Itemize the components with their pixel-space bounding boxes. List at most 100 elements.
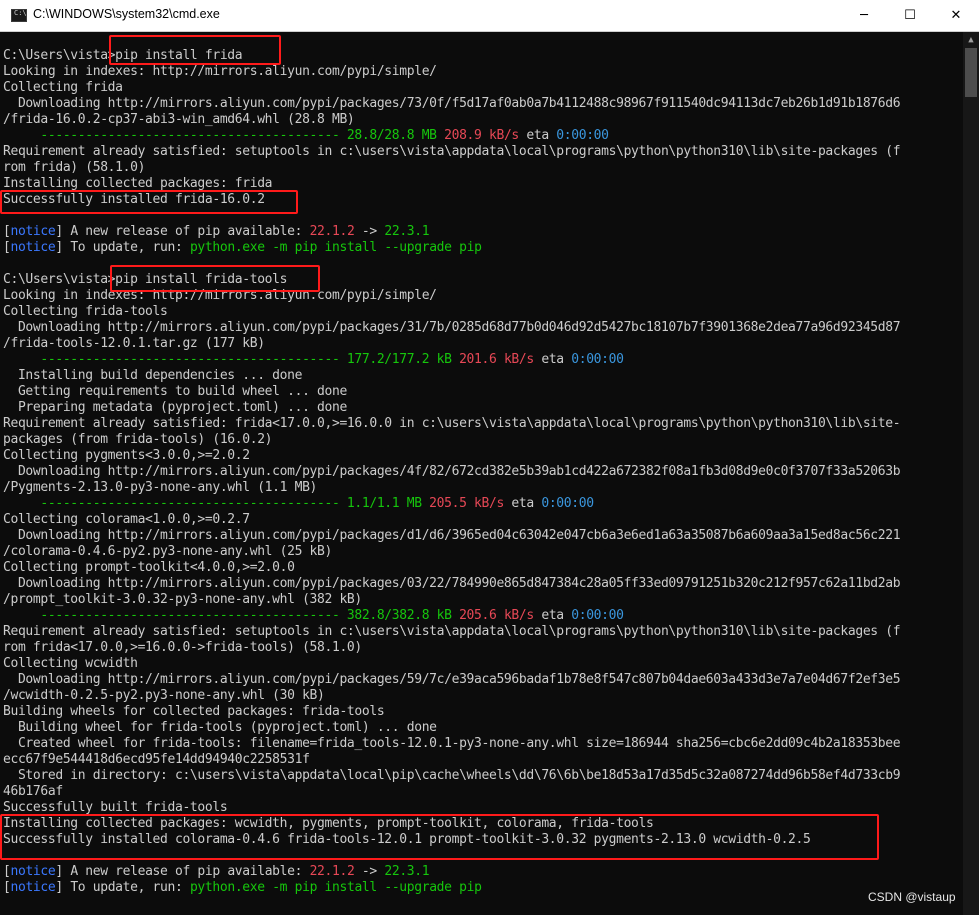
console-text-segment: /frida-tools-12.0.1.tar.gz (177 kB) <box>3 336 265 351</box>
console-text-segment: notice <box>10 240 56 255</box>
console-line: Getting requirements to build wheel ... … <box>3 384 963 400</box>
console-line: /frida-tools-12.0.1.tar.gz (177 kB) <box>3 336 963 352</box>
console-text-segment: Requirement already satisfied: frida<17.… <box>3 416 901 431</box>
console-text-segment: rom frida<17.0.0,>=16.0.0->frida-tools) … <box>3 640 362 655</box>
console-line: Collecting prompt-toolkit<4.0.0,>=2.0.0 <box>3 560 963 576</box>
console-line: [notice] A new release of pip available:… <box>3 864 963 880</box>
console-text-segment: Requirement already satisfied: setuptool… <box>3 144 901 159</box>
console-text-segment: Collecting prompt-toolkit<4.0.0,>=2.0.0 <box>3 560 295 575</box>
console-text-segment: 205.6 kB/s <box>459 608 534 623</box>
console-text-segment: /frida-16.0.2-cp37-abi3-win_amd64.whl (2… <box>3 112 355 127</box>
console-line: Installing build dependencies ... done <box>3 368 963 384</box>
close-icon: ✕ <box>950 8 962 23</box>
cmd-app-icon[interactable]: C:\ <box>11 9 27 22</box>
console-line: Downloading http://mirrors.aliyun.com/py… <box>3 464 963 480</box>
console-text-segment: Building wheels for collected packages: … <box>3 704 385 719</box>
console-text-segment: notice <box>10 224 56 239</box>
maximize-button[interactable]: ☐ <box>887 0 933 31</box>
console-line: ----------------------------------------… <box>3 496 963 512</box>
console-line: /prompt_toolkit-3.0.32-py3-none-any.whl … <box>3 592 963 608</box>
console-line: Collecting frida <box>3 80 963 96</box>
console-line: rom frida) (58.1.0) <box>3 160 963 176</box>
console-text-segment: -> <box>354 224 385 239</box>
console-text-segment: notice <box>10 864 56 879</box>
minimize-button[interactable]: ─ <box>841 0 887 31</box>
console-line: Requirement already satisfied: frida<17.… <box>3 416 963 432</box>
highlight-box-pip-install-frida-tools <box>110 265 320 292</box>
console-line: Collecting pygments<3.0.0,>=2.0.2 <box>3 448 963 464</box>
console-text-segment: 0:00:00 <box>571 608 624 623</box>
close-button[interactable]: ✕ <box>933 0 979 31</box>
console-text-segment: eta <box>503 496 542 511</box>
console-text-segment: Successfully built frida-tools <box>3 800 228 815</box>
console-text-segment: Downloading http://mirrors.aliyun.com/py… <box>3 528 901 543</box>
console-text-segment: ] A new release of pip available: <box>55 224 310 239</box>
console-line: Looking in indexes: http://mirrors.aliyu… <box>3 64 963 80</box>
title-bar[interactable]: C:\ C:\WINDOWS\system32\cmd.exe ─ ☐ ✕ <box>0 0 979 32</box>
console-text-segment: /Pygments-2.13.0-py3-none-any.whl (1.1 M… <box>3 480 318 495</box>
console-text-segment: ----------------------------------------… <box>3 352 460 367</box>
console-line: Collecting frida-tools <box>3 304 963 320</box>
console-text-segment: 208.9 kB/s <box>444 128 519 143</box>
console-line: ----------------------------------------… <box>3 352 963 368</box>
console-text-segment: python.exe -m pip install --upgrade pip <box>189 240 482 255</box>
console-line: Downloading http://mirrors.aliyun.com/py… <box>3 528 963 544</box>
console-line: /Pygments-2.13.0-py3-none-any.whl (1.1 M… <box>3 480 963 496</box>
console-text-segment: 0:00:00 <box>556 128 609 143</box>
console-line: 46b176af <box>3 784 963 800</box>
console-output[interactable]: C:\Users\vista>pip install frida Looking … <box>3 32 963 915</box>
console-text-segment: -> <box>354 864 385 879</box>
console-line: ecc67f9e544418d6ecd95fe14dd94940c2258531… <box>3 752 963 768</box>
scroll-up-arrow-icon[interactable]: ▲ <box>963 32 979 48</box>
console-text-segment: Downloading http://mirrors.aliyun.com/py… <box>3 320 901 335</box>
highlight-box-frida-tools-installed <box>0 814 879 860</box>
console-text-segment: Downloading http://mirrors.aliyun.com/py… <box>3 464 901 479</box>
console-text-segment: 201.6 kB/s <box>459 352 534 367</box>
minimize-icon: ─ <box>860 8 868 23</box>
console-line: [notice] To update, run: python.exe -m p… <box>3 240 963 256</box>
csdn-watermark: CSDN @vistaup <box>868 890 956 904</box>
console-text-segment: 22.1.2 <box>309 224 355 239</box>
console-line: /wcwidth-0.2.5-py2.py3-none-any.whl (30 … <box>3 688 963 704</box>
console-line: Downloading http://mirrors.aliyun.com/py… <box>3 672 963 688</box>
console-line: /frida-16.0.2-cp37-abi3-win_amd64.whl (2… <box>3 112 963 128</box>
console-text-segment: notice <box>10 880 56 895</box>
console-line: rom frida<17.0.0,>=16.0.0->frida-tools) … <box>3 640 963 656</box>
console-text-segment: /prompt_toolkit-3.0.32-py3-none-any.whl … <box>3 592 362 607</box>
console-line: Downloading http://mirrors.aliyun.com/py… <box>3 576 963 592</box>
console-line: Preparing metadata (pyproject.toml) ... … <box>3 400 963 416</box>
console-text-segment: eta <box>533 608 572 623</box>
scrollbar-thumb[interactable] <box>965 48 977 97</box>
console-text-segment: 22.1.2 <box>309 864 355 879</box>
console-text-segment: Installing build dependencies ... done <box>3 368 303 383</box>
console-line: [notice] To update, run: python.exe -m p… <box>3 880 963 896</box>
console-text-segment: ecc67f9e544418d6ecd95fe14dd94940c2258531… <box>3 752 310 767</box>
console-line: Building wheels for collected packages: … <box>3 704 963 720</box>
console-text-segment: ----------------------------------------… <box>3 496 430 511</box>
console-text-segment: Installing collected packages: frida <box>3 176 273 191</box>
window-title: C:\WINDOWS\system32\cmd.exe <box>33 7 220 21</box>
console-text-segment: 46b176af <box>3 784 63 799</box>
console-text-segment: 22.3.1 <box>384 224 430 239</box>
console-line: Downloading http://mirrors.aliyun.com/py… <box>3 96 963 112</box>
console-text-segment: ] A new release of pip available: <box>55 864 310 879</box>
console-line: Requirement already satisfied: setuptool… <box>3 624 963 640</box>
console-text-segment: Downloading http://mirrors.aliyun.com/py… <box>3 96 901 111</box>
console-text-segment: ] To update, run: <box>55 240 190 255</box>
console-text-segment: Downloading http://mirrors.aliyun.com/py… <box>3 672 901 687</box>
highlight-box-frida-installed <box>0 190 298 214</box>
highlight-box-pip-install-frida <box>109 35 281 65</box>
console-text-segment: Building wheel for frida-tools (pyprojec… <box>3 720 437 735</box>
vertical-scrollbar[interactable]: ▲ <box>963 32 979 915</box>
console-text-segment: ----------------------------------------… <box>3 608 460 623</box>
console-line: Collecting wcwidth <box>3 656 963 672</box>
cmd-icon-label: C:\ <box>14 9 27 17</box>
console-text-segment: Collecting colorama<1.0.0,>=0.2.7 <box>3 512 250 527</box>
console-text-segment: python.exe -m pip install --upgrade pip <box>189 880 482 895</box>
console-line: packages (from frida-tools) (16.0.2) <box>3 432 963 448</box>
console-text-segment: Collecting frida-tools <box>3 304 168 319</box>
console-text-segment: Downloading http://mirrors.aliyun.com/py… <box>3 576 901 591</box>
console-line: Downloading http://mirrors.aliyun.com/py… <box>3 320 963 336</box>
console-line: Requirement already satisfied: setuptool… <box>3 144 963 160</box>
console-text-segment: /colorama-0.4.6-py2.py3-none-any.whl (25… <box>3 544 332 559</box>
